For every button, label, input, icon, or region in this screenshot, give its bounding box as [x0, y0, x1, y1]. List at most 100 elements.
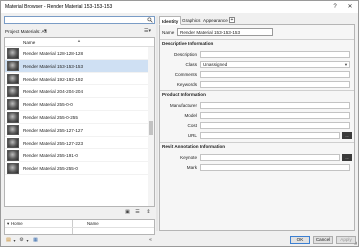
identity-properties: Name Render Material 153-153-153 Descrip…	[159, 25, 355, 231]
material-thumbnail	[7, 124, 19, 136]
list-item[interactable]: Render Material 255-127-223	[5, 137, 148, 150]
list-item[interactable]: Render Material 255-0-0	[5, 98, 148, 111]
section-divider	[160, 90, 354, 91]
material-name-field[interactable]: Render Material 153-153-153	[177, 28, 273, 36]
scrollbar-thumb[interactable]	[149, 121, 153, 135]
tab-appearance[interactable]: Appearance	[201, 16, 230, 25]
title-bar: Material Browser - Render Material 153-1…	[1, 1, 358, 13]
library-home-header[interactable]: Home	[11, 221, 23, 226]
model-field[interactable]	[200, 112, 350, 119]
keywords-field[interactable]	[200, 81, 350, 88]
collapse-icon[interactable]: ⇕	[145, 209, 152, 216]
material-name: Render Material 204-204-204	[23, 89, 84, 95]
material-name: Render Material 255-0-0	[23, 102, 73, 108]
list-view-icon[interactable]: ☰	[134, 209, 141, 216]
close-icon[interactable]: ✕	[345, 2, 355, 12]
list-item[interactable]: Render Material 128-128-128	[5, 47, 148, 60]
material-name: Render Material 255-191-0	[23, 153, 78, 159]
list-item[interactable]: Render Material 255-0-255	[5, 111, 148, 124]
add-asset-button[interactable]: +	[229, 17, 235, 23]
help-icon[interactable]: ?	[330, 2, 340, 12]
name-label: Name	[162, 30, 175, 35]
search-icon[interactable]	[147, 17, 153, 23]
ok-button[interactable]: OK	[290, 236, 310, 244]
annotation-section-title: Revit Annotation Information	[162, 144, 226, 149]
class-select[interactable]: Unassigned ▼	[200, 61, 350, 68]
library-filter-label[interactable]: Project Materials: All	[5, 29, 47, 34]
list-item[interactable]: Render Material 204-204-204	[5, 85, 148, 99]
mark-label: Mark	[186, 165, 197, 170]
column-name-header[interactable]: Name	[23, 40, 35, 45]
url-browse-button[interactable]: ...	[342, 132, 352, 139]
material-thumbnail	[7, 73, 19, 85]
list-scrollbar[interactable]	[148, 47, 154, 206]
resize-grip-icon[interactable]: ◢	[354, 240, 357, 245]
section-divider	[160, 39, 354, 40]
material-thumbnail	[7, 86, 19, 97]
material-thumbnail	[7, 60, 19, 72]
list-item[interactable]: Render Material 192-192-192	[5, 73, 148, 86]
list-item[interactable]: Render Material 255-191-0	[5, 149, 148, 163]
material-thumbnail	[7, 48, 19, 59]
manufacturer-label: Manufacturer	[169, 103, 197, 108]
material-name: Render Material 128-128-128	[23, 51, 84, 56]
tab-identity[interactable]: Identity	[159, 16, 182, 25]
library-pane: ▾ Home Name	[4, 219, 155, 235]
material-browser-window: Material Browser - Render Material 153-1…	[0, 0, 359, 247]
url-label: URL	[187, 133, 197, 138]
dialog-footer: OK Cancel Apply ◢	[1, 234, 358, 246]
comments-field[interactable]	[200, 71, 350, 78]
material-name: Render Material 255-0-255	[23, 115, 78, 120]
mark-field[interactable]	[200, 164, 350, 171]
cost-field[interactable]	[200, 122, 350, 129]
library-toolbar: ▣ ☰ ⇕	[4, 209, 155, 217]
keynote-field[interactable]	[200, 154, 340, 161]
header-divider	[5, 227, 154, 228]
class-value: Unassigned	[203, 62, 228, 67]
property-tabs: Identity Graphics Appearance +	[159, 16, 355, 25]
panel-splitter[interactable]	[156, 16, 158, 231]
section-divider	[160, 142, 354, 143]
view-options-icon[interactable]: ☰▾	[142, 28, 153, 35]
keynote-label: Keynote	[180, 155, 197, 160]
material-thumbnail	[7, 112, 19, 123]
properties-panel: Identity Graphics Appearance + Name Rend…	[159, 16, 355, 231]
filter-icon[interactable]: ▾	[44, 28, 47, 34]
material-list: Name ▲ Render Material 128-128-128 Rende…	[4, 37, 155, 207]
keywords-label: Keywords	[176, 82, 197, 87]
list-item[interactable]: Render Material 255-255-0	[5, 162, 148, 175]
list-header[interactable]: Name ▲	[5, 38, 154, 47]
material-name: Render Material 153-153-153	[23, 63, 84, 69]
material-name: Render Material 192-192-192	[23, 76, 84, 82]
panel-toggle-icon[interactable]: ▣	[124, 209, 131, 216]
keynote-browse-button[interactable]: ...	[342, 154, 352, 161]
list-item[interactable]: Render Material 255-127-127	[5, 124, 148, 137]
material-thumbnail	[7, 99, 19, 110]
material-name: Render Material 255-255-0	[23, 166, 78, 172]
material-name: Render Material 255-127-223	[23, 140, 84, 146]
material-thumbnail	[7, 137, 19, 149]
model-label: Model	[184, 113, 197, 118]
material-thumbnail	[7, 163, 19, 174]
description-label: Description	[174, 52, 197, 57]
materials-panel: Project Materials: All ▾ ☰▾ Name ▲ Rende…	[4, 16, 155, 244]
search-input[interactable]	[4, 16, 155, 24]
chevron-down-icon[interactable]: ▼	[344, 62, 348, 67]
product-section-title: Product Information	[162, 92, 206, 97]
library-name-header[interactable]: Name	[87, 221, 99, 226]
manufacturer-field[interactable]	[200, 102, 350, 109]
cancel-button[interactable]: Cancel	[313, 236, 333, 244]
cost-label: Cost	[187, 123, 197, 128]
descriptive-section-title: Descriptive Information	[162, 41, 214, 46]
library-bar: Project Materials: All ▾ ☰▾	[4, 28, 155, 36]
comments-label: Comments	[174, 72, 197, 77]
tab-graphics[interactable]: Graphics	[180, 16, 202, 25]
list-item-selected[interactable]: Render Material 153-153-153	[5, 59, 148, 73]
url-field[interactable]	[200, 132, 340, 139]
class-label: Class	[185, 62, 198, 67]
material-thumbnail	[7, 150, 19, 161]
material-name: Render Material 255-127-127	[23, 127, 84, 133]
sort-up-icon: ▲	[77, 38, 81, 43]
description-field[interactable]	[200, 51, 350, 58]
window-title: Material Browser - Render Material 153-1…	[5, 4, 113, 10]
